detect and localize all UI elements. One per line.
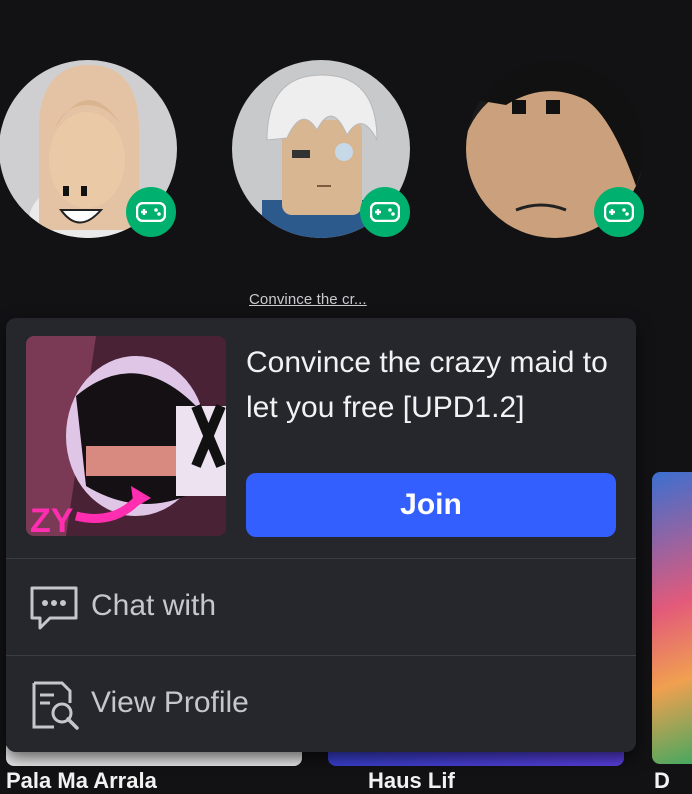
presence-badge-2	[360, 187, 410, 237]
game-title-partial-1: Pala Ma Arrala	[6, 768, 157, 793]
view-profile-label: View Profile	[91, 686, 249, 719]
chat-with-item[interactable]: Chat with	[6, 558, 636, 654]
thumbnail-logo-text: ZY	[30, 502, 74, 536]
friend-game-popup: ZY Convince the crazy maid to let you fr…	[6, 318, 636, 752]
game-title-partial-2: Haus Lif	[368, 768, 455, 793]
chat-icon	[30, 586, 78, 630]
gamepad-icon	[136, 202, 166, 222]
gamepad-icon	[604, 202, 634, 222]
presence-badge-3	[594, 187, 644, 237]
profile-search-icon	[32, 681, 79, 730]
game-title: Convince the crazy maid to let you free …	[246, 346, 608, 424]
game-title-partial-3: D	[654, 768, 670, 793]
presence-badge-1	[126, 187, 176, 237]
game-thumbnail-art: ZY	[26, 336, 226, 536]
game-thumbnail[interactable]: ZY	[26, 336, 226, 536]
friend-game-link[interactable]: Convince the cr...	[249, 291, 367, 308]
gamepad-icon	[370, 202, 400, 222]
chat-with-label: Chat with	[91, 589, 217, 622]
join-button[interactable]: Join	[246, 473, 616, 537]
game-tile-right[interactable]	[652, 472, 692, 764]
view-profile-item[interactable]: View Profile	[6, 655, 636, 751]
